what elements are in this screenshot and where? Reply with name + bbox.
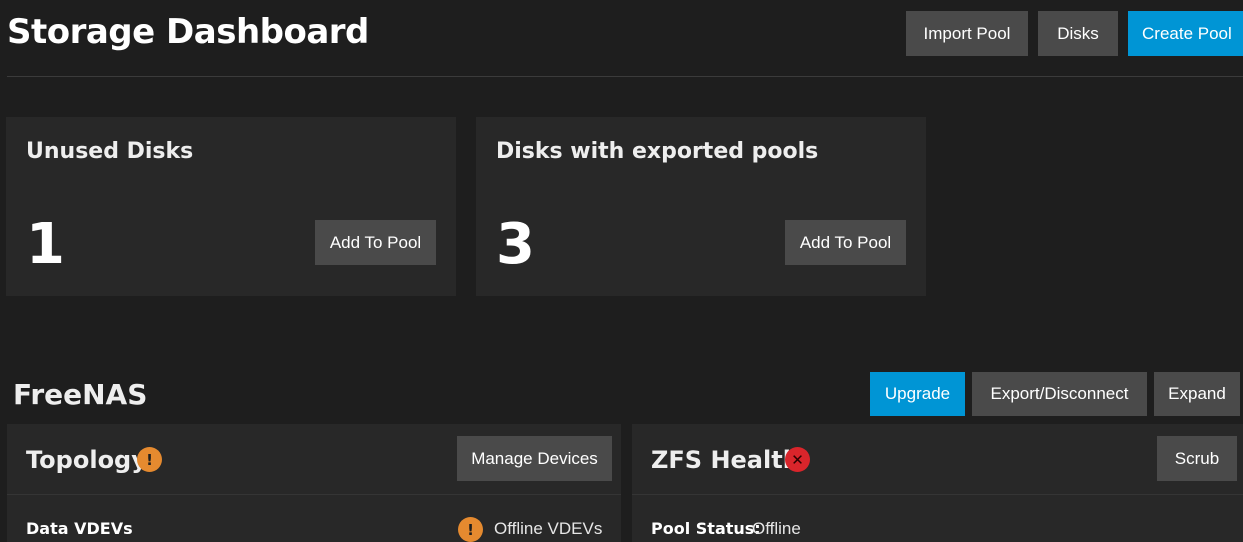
- pool-status-value: Offline: [752, 519, 801, 538]
- error-icon: ✕: [785, 447, 810, 472]
- data-vdevs-label: Data VDEVs: [26, 519, 133, 538]
- warning-icon: !: [458, 517, 483, 542]
- unused-disks-card: Unused Disks 1 Add To Pool: [6, 117, 456, 296]
- zfs-health-title: ZFS Health: [651, 446, 800, 474]
- manage-devices-button[interactable]: Manage Devices: [457, 436, 612, 481]
- pool-status-label: Pool Status:: [651, 519, 761, 538]
- export-disconnect-button[interactable]: Export/Disconnect: [972, 372, 1147, 416]
- topology-title: Topology: [26, 446, 147, 474]
- page-title: Storage Dashboard: [7, 12, 369, 52]
- zfs-header-divider: [632, 494, 1243, 495]
- exported-pools-title: Disks with exported pools: [496, 139, 819, 164]
- expand-button[interactable]: Expand: [1154, 372, 1240, 416]
- create-pool-button[interactable]: Create Pool: [1128, 11, 1243, 56]
- exported-pools-count: 3: [496, 212, 535, 277]
- upgrade-button[interactable]: Upgrade: [870, 372, 965, 416]
- header-divider: [7, 76, 1243, 77]
- add-to-pool-button[interactable]: Add To Pool: [785, 220, 906, 265]
- warning-icon: !: [137, 447, 162, 472]
- zfs-health-card: ZFS Health ✕ Scrub Pool Status: Offline: [632, 424, 1243, 542]
- unused-disks-count: 1: [26, 212, 65, 277]
- pool-name: FreeNAS: [13, 378, 148, 411]
- exported-pools-card: Disks with exported pools 3 Add To Pool: [476, 117, 926, 296]
- import-pool-button[interactable]: Import Pool: [906, 11, 1028, 56]
- unused-disks-title: Unused Disks: [26, 139, 194, 164]
- add-to-pool-button[interactable]: Add To Pool: [315, 220, 436, 265]
- scrub-button[interactable]: Scrub: [1157, 436, 1237, 481]
- topology-header-divider: [7, 494, 621, 495]
- topology-card: Topology ! Manage Devices Data VDEVs ! O…: [7, 424, 621, 542]
- data-vdevs-status: Offline VDEVs: [494, 519, 603, 538]
- disks-button[interactable]: Disks: [1038, 11, 1118, 56]
